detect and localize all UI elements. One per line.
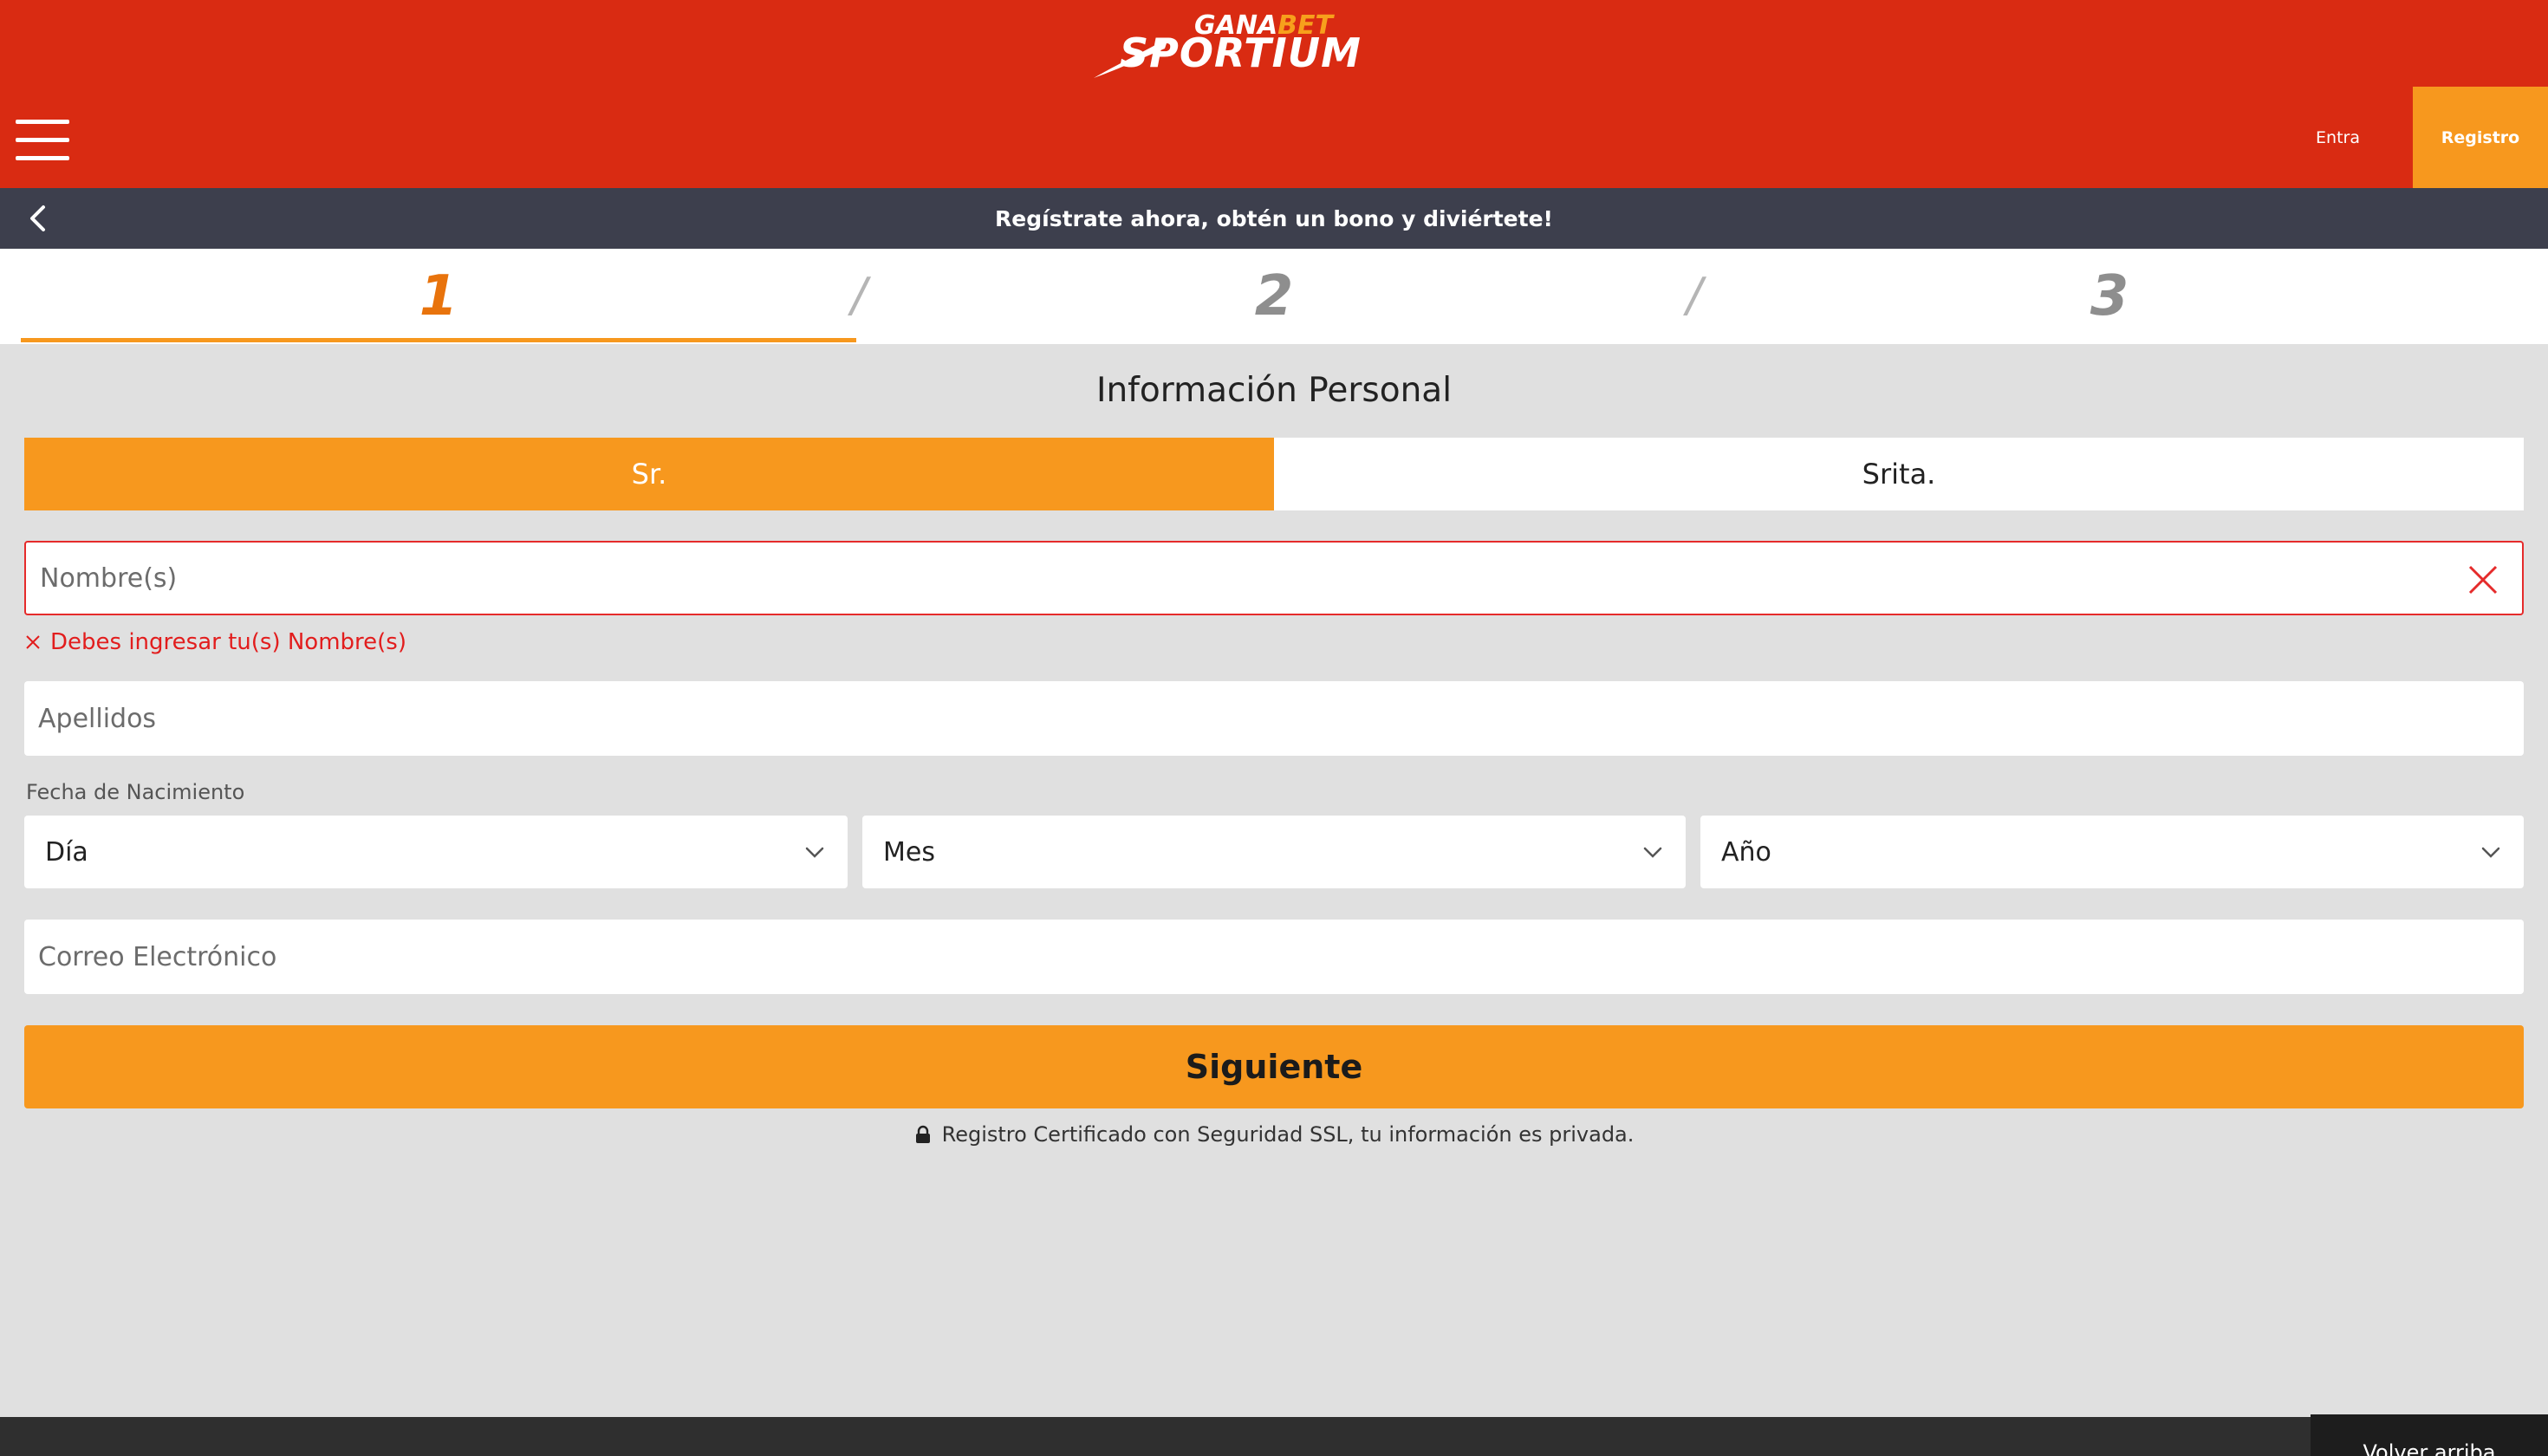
first-name-input[interactable] — [26, 543, 2522, 614]
chevron-down-icon — [1643, 847, 1662, 858]
error-x-icon — [26, 635, 40, 649]
section-title: Información Personal — [1095, 371, 1453, 410]
first-name-error-text: Debes ingresar tu(s) Nombre(s) — [50, 629, 406, 655]
day-select[interactable]: Día — [24, 816, 848, 888]
ssl-note-text: Registro Certificado con Seguridad SSL, … — [941, 1122, 1635, 1147]
registration-steps: 1 / 2 / 3 — [0, 249, 2548, 344]
sportium-logo[interactable]: GANABET SPORTIUM — [1092, 10, 1361, 78]
register-button[interactable]: Registro — [2413, 87, 2548, 188]
ssl-note: Registro Certificado con Seguridad SSL, … — [0, 1122, 2548, 1147]
gender-option-sr[interactable]: Sr. — [24, 438, 1274, 510]
chevron-down-icon — [805, 847, 824, 858]
gender-toggle: Sr. Srita. — [24, 438, 2524, 510]
footer — [0, 1417, 2548, 1456]
last-name-field — [24, 681, 2524, 756]
step-1: 1 — [419, 264, 458, 328]
lock-icon — [915, 1125, 930, 1143]
logo-sportium: SPORTIUM — [1120, 29, 1362, 76]
gender-option-srita[interactable]: Srita. — [1274, 438, 2524, 510]
next-button[interactable]: Siguiente — [24, 1025, 2524, 1108]
first-name-error: Debes ingresar tu(s) Nombre(s) — [24, 629, 406, 655]
email-input[interactable] — [24, 920, 2524, 994]
promo-title: Regístrate ahora, obtén un bono y diviér… — [995, 205, 1553, 231]
year-select-value: Año — [1721, 836, 1771, 868]
last-name-input[interactable] — [24, 681, 2524, 756]
promo-subheader: Regístrate ahora, obtén un bono y diviér… — [0, 188, 2548, 249]
email-field — [24, 920, 2524, 994]
login-link[interactable]: Entra — [2279, 87, 2396, 188]
chevron-left-icon[interactable] — [21, 200, 57, 237]
step-3: 3 — [2090, 264, 2129, 328]
year-select[interactable]: Año — [1700, 816, 2524, 888]
nav-bar: Entra Registro — [0, 87, 2548, 188]
hamburger-menu-icon[interactable] — [16, 120, 69, 163]
month-select-value: Mes — [883, 836, 935, 868]
month-select[interactable]: Mes — [862, 816, 1686, 888]
step-2: 2 — [1254, 264, 1294, 328]
brand-bar: GANABET SPORTIUM — [0, 0, 2548, 87]
chevron-down-icon — [2481, 847, 2500, 858]
first-name-field — [24, 541, 2524, 615]
clear-x-icon[interactable] — [2465, 562, 2501, 598]
active-step-indicator — [21, 338, 856, 342]
day-select-value: Día — [45, 836, 88, 868]
dob-label: Fecha de Nacimiento — [26, 780, 245, 804]
back-to-top-button[interactable]: Volver arriba — [2311, 1414, 2548, 1456]
